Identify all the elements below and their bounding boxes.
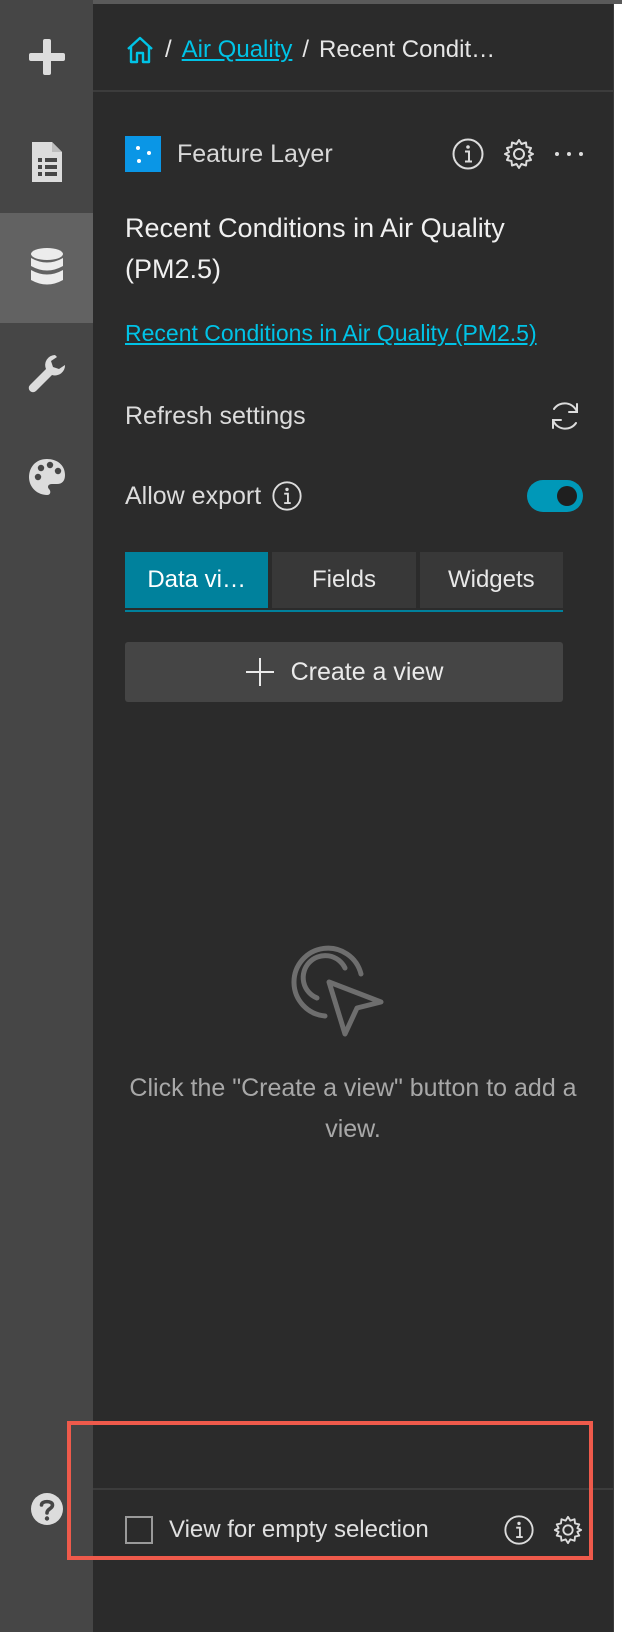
create-view-button[interactable]: Create a view <box>125 642 563 702</box>
sidebar-item-tools[interactable] <box>0 318 93 428</box>
help-button[interactable] <box>0 1454 93 1564</box>
allow-export-label: Allow export <box>125 481 262 510</box>
footer-divider <box>93 1488 613 1490</box>
database-icon <box>30 248 63 285</box>
breadcrumb-air-quality[interactable]: Air Quality <box>182 36 293 64</box>
refresh-button[interactable] <box>547 398 583 434</box>
breadcrumb: / Air Quality / Recent Condit… <box>125 30 495 70</box>
empty-selection-label: View for empty selection <box>169 1516 429 1543</box>
breadcrumb-separator: / <box>302 36 310 63</box>
help-icon <box>30 1493 63 1525</box>
document-icon <box>31 142 62 182</box>
refresh-settings-row: Refresh settings <box>125 394 583 438</box>
empty-selection-footer: View for empty selection <box>125 1508 583 1552</box>
tab-data-views[interactable]: Data vi… <box>125 552 269 608</box>
plus-icon <box>245 658 274 686</box>
info-icon <box>504 1515 534 1545</box>
refresh-settings-label: Refresh settings <box>125 401 306 430</box>
info-icon <box>272 481 302 511</box>
layer-settings-button[interactable] <box>503 138 535 170</box>
gear-icon <box>553 1515 583 1545</box>
breadcrumb-separator: / <box>165 36 172 63</box>
breadcrumb-home[interactable] <box>125 35 155 65</box>
tab-widgets[interactable]: Widgets <box>419 552 563 608</box>
breadcrumb-current: Recent Condit… <box>319 36 496 63</box>
toggle-knob <box>557 486 577 506</box>
layer-title: Recent Conditions in Air Quality (PM2.5) <box>125 213 505 284</box>
feature-layer-icon <box>125 136 161 172</box>
allow-export-toggle[interactable] <box>527 480 583 512</box>
settings-panel: / Air Quality / Recent Condit… Feature L… <box>93 4 614 1632</box>
header-divider <box>93 90 613 92</box>
gear-icon <box>504 139 534 169</box>
plus-icon <box>28 39 65 75</box>
layer-type-label: Feature Layer <box>177 139 333 168</box>
view-tabs: Data vi… Fields Widgets <box>125 552 563 612</box>
wrench-icon <box>28 355 65 393</box>
sidebar-item-page[interactable] <box>0 107 93 217</box>
layer-more-button[interactable] <box>553 138 585 170</box>
empty-selection-info-button[interactable] <box>503 1514 535 1546</box>
layer-header: Feature Layer <box>125 132 585 176</box>
sidebar-item-theme[interactable] <box>0 422 93 532</box>
empty-state-message: Click the "Create a view" button to add … <box>129 1074 577 1143</box>
empty-selection-settings-button[interactable] <box>553 1515 583 1545</box>
tab-fields[interactable]: Fields <box>272 552 416 608</box>
create-view-label: Create a view <box>290 657 444 686</box>
sidebar-item-add[interactable] <box>0 2 93 112</box>
palette-icon <box>28 459 65 495</box>
ellipsis-icon <box>555 152 583 156</box>
allow-export-row: Allow export <box>125 474 583 518</box>
home-icon <box>127 36 153 64</box>
refresh-icon <box>552 402 578 430</box>
layer-info-button[interactable] <box>451 137 485 171</box>
cursor-select-icon <box>291 945 384 1037</box>
info-icon <box>452 138 484 170</box>
layer-source-link[interactable]: Recent Conditions in Air Quality (PM2.5) <box>125 320 537 347</box>
allow-export-info-button[interactable] <box>271 480 303 512</box>
sidebar-item-data[interactable] <box>0 213 93 323</box>
empty-selection-checkbox[interactable] <box>125 1516 153 1544</box>
sidebar-rail <box>0 0 93 1632</box>
